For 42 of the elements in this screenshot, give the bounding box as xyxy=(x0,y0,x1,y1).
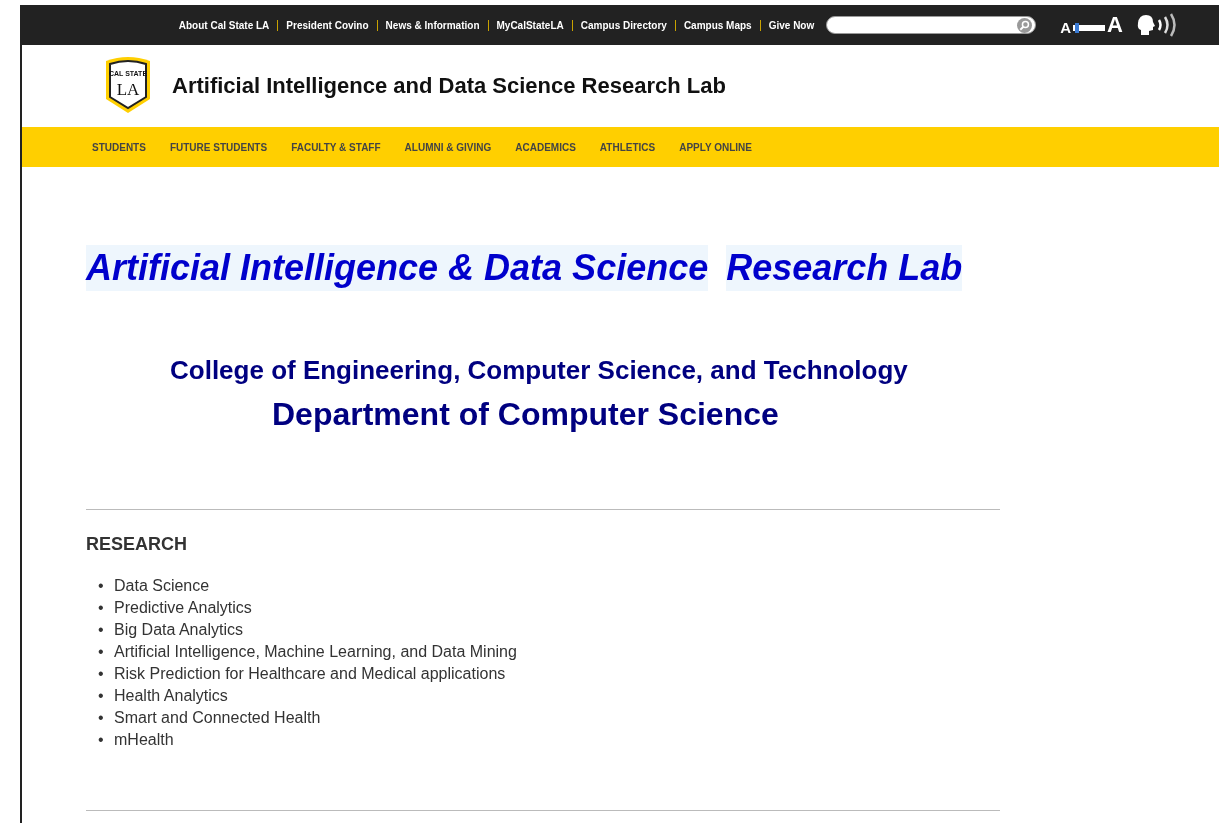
nav-link[interactable]: ALUMNI & GIVING xyxy=(392,141,504,153)
bullet: • xyxy=(98,620,105,640)
search-field[interactable] xyxy=(826,16,1037,34)
department-name: Department of Computer Science xyxy=(272,396,780,433)
site-title[interactable]: Artificial Intelligence and Data Science Research Lab xyxy=(172,73,726,99)
page-title: Artificial Intelligence & Data Science xyxy=(86,245,709,291)
bullet: • xyxy=(98,598,105,618)
research-item: Data Science xyxy=(114,576,210,596)
research-item: Smart and Connected Health xyxy=(114,708,321,728)
slider-thumb[interactable] xyxy=(1074,23,1079,33)
bullet: • xyxy=(98,664,105,684)
utility-link[interactable]: About Cal State LA xyxy=(170,19,278,31)
nav-link[interactable]: STUDENTS xyxy=(80,141,158,153)
increase-text-size-button[interactable]: A xyxy=(1107,14,1123,36)
bullet: • xyxy=(98,686,105,706)
research-item: Health Analytics xyxy=(114,686,228,706)
bullet: • xyxy=(98,708,105,728)
research-item: Artificial Intelligence, Machine Learning, and Data Mining xyxy=(114,642,517,662)
research-item: Big Data Analytics xyxy=(114,620,243,640)
research-item: mHealth xyxy=(114,730,174,750)
bullet: • xyxy=(98,642,105,662)
utility-link[interactable]: Campus Maps xyxy=(674,19,760,31)
bullet: • xyxy=(98,730,105,750)
nav-link[interactable]: ACADEMICS xyxy=(503,141,588,153)
research-item: Predictive Analytics xyxy=(114,598,252,618)
utility-link[interactable]: MyCalStateLA xyxy=(487,19,572,31)
utility-link[interactable]: President Covino xyxy=(277,19,377,31)
research-item: Risk Prediction for Healthcare and Medical applications xyxy=(114,664,506,684)
utility-link[interactable]: Campus Directory xyxy=(571,19,675,31)
nav-link[interactable]: FUTURE STUDENTS xyxy=(157,141,280,153)
page-title: Research Lab xyxy=(726,245,963,291)
utility-link[interactable]: Give Now xyxy=(759,19,823,31)
bullet: • xyxy=(98,576,105,596)
utility-link[interactable]: News & Information xyxy=(376,19,488,31)
search-icon[interactable] xyxy=(1017,17,1033,33)
nav-link[interactable]: ATHLETICS xyxy=(587,141,668,153)
nav-link[interactable]: APPLY ONLINE xyxy=(667,141,764,153)
decrease-text-size-button[interactable]: A xyxy=(1060,19,1072,36)
nav-link[interactable]: FACULTY & STAFF xyxy=(279,141,393,153)
section-heading: RESEARCH xyxy=(86,534,188,555)
text-size-slider[interactable] xyxy=(1073,25,1106,31)
college-name: College of Engineering, Computer Science, and Technology xyxy=(170,355,909,386)
